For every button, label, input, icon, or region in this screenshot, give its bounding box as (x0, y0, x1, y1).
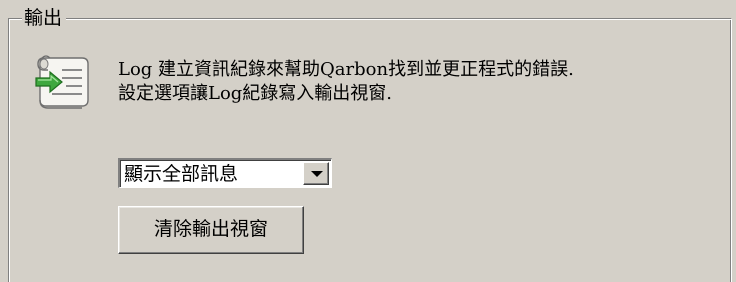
description-line-2: 設定選項讓Log紀錄寫入輸出視窗. (118, 83, 393, 104)
log-level-dropdown[interactable]: 顯示全部訊息 (118, 158, 332, 188)
scroll-with-arrow-icon (32, 52, 94, 110)
group-title: 輸出 (22, 6, 67, 30)
description-line-1: Log 建立資訊紀錄來幫助Qarbon找到並更正程式的錯誤. (118, 59, 574, 80)
output-description: Log 建立資訊紀錄來幫助Qarbon找到並更正程式的錯誤. 設定選項讓Log紀… (118, 58, 718, 106)
log-level-selected-value: 顯示全部訊息 (124, 163, 239, 185)
dropdown-button[interactable] (303, 162, 329, 185)
clear-output-button[interactable]: 清除輸出視窗 (118, 206, 304, 254)
chevron-down-icon (311, 171, 323, 177)
output-settings-panel: 輸出 Log 建立資訊紀錄來幫助Qarbon找到並更正程式的錯誤. 設定選項讓L… (0, 0, 736, 282)
